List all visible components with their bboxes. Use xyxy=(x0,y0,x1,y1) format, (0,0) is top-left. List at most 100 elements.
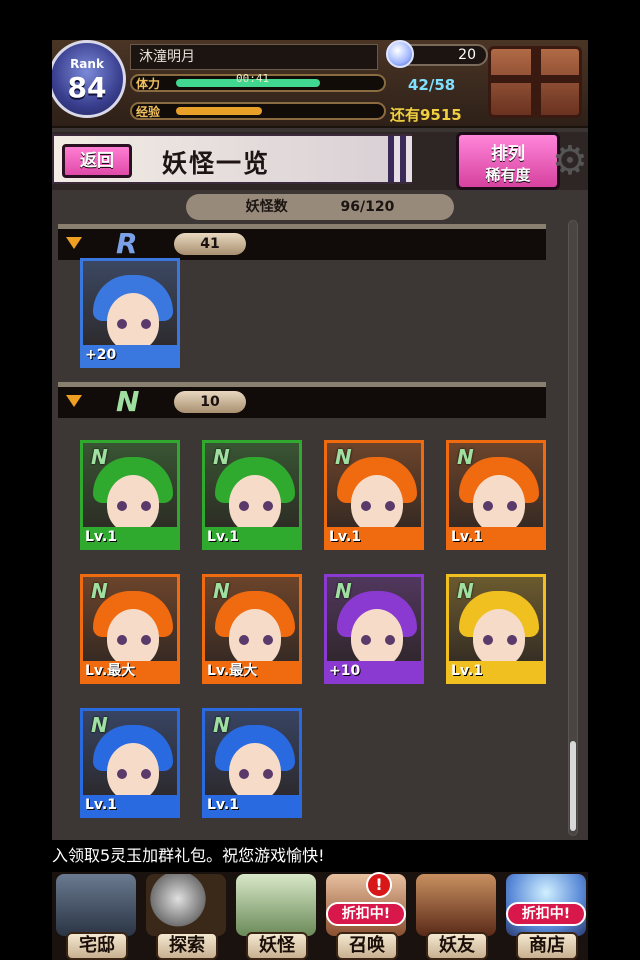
yokai-card[interactable]: N Lv.1 xyxy=(80,708,180,818)
portrait-eye xyxy=(141,319,151,329)
card-level: Lv.1 xyxy=(83,795,177,815)
collapse-arrow-icon xyxy=(66,395,82,407)
game-screen: Rank 84 沐潼明月 体力 00:41 42/58 经验 还有9515 20… xyxy=(52,40,588,960)
portrait-eye xyxy=(117,319,127,329)
sort-button[interactable]: 排列 稀有度 xyxy=(456,132,560,190)
nav-label-house: 宅邸 xyxy=(66,932,128,960)
yokai-card[interactable]: N +10 xyxy=(324,574,424,684)
status-bar: Rank 84 沐潼明月 体力 00:41 42/58 经验 还有9515 20 xyxy=(52,40,588,128)
sort-value: 稀有度 xyxy=(485,166,531,184)
portrait-eye xyxy=(141,501,151,511)
rarity-badge-icon: N xyxy=(457,445,474,469)
stamina-timer: 00:41 xyxy=(236,72,270,85)
portrait-face xyxy=(229,609,281,667)
yokai-card[interactable]: N Lv.1 xyxy=(324,440,424,550)
yokai-card[interactable]: N Lv.1 xyxy=(446,574,546,684)
portrait-eye xyxy=(263,769,273,779)
card-level: Lv.1 xyxy=(327,527,421,547)
exp-label: 经验 xyxy=(136,105,161,119)
card-level: +10 xyxy=(327,661,421,681)
nav-item-house[interactable]: 宅邸 xyxy=(52,874,142,960)
portrait-face xyxy=(473,475,525,533)
title-banner: 返回 妖怪一览 xyxy=(52,134,412,184)
portrait-eye xyxy=(507,635,517,645)
portrait-face xyxy=(473,609,525,667)
rarity-badge-icon: N xyxy=(91,579,108,603)
portrait-face xyxy=(351,475,403,533)
scroll-icon xyxy=(236,874,316,936)
player-name: 沐潼明月 xyxy=(130,44,378,70)
portrait-eye xyxy=(117,769,127,779)
yokai-card[interactable]: N Lv.1 xyxy=(202,440,302,550)
portrait-eye xyxy=(483,635,493,645)
house-icon xyxy=(56,874,136,936)
stamina-value: 42/58 xyxy=(408,76,456,94)
yokai-card[interactable]: N Lv.最大 xyxy=(80,574,180,684)
portrait-eye xyxy=(239,501,249,511)
sort-label: 排列 xyxy=(491,144,525,164)
gear-icon: ⚙ xyxy=(552,138,588,184)
rarity-badge-icon: N xyxy=(91,445,108,469)
rarity-badge-icon: N xyxy=(213,445,230,469)
yokai-card[interactable]: N Lv.最大 xyxy=(202,574,302,684)
card-level: Lv.1 xyxy=(205,527,299,547)
yokai-count-label: 妖怪数 xyxy=(245,199,288,215)
portrait-eye xyxy=(141,635,151,645)
nav-item-summon[interactable]: 折扣中! ! 召唤 xyxy=(322,872,412,960)
magnifier-icon xyxy=(146,874,226,936)
yokai-card[interactable]: N Lv.1 xyxy=(446,440,546,550)
nav-item-explore[interactable]: 探索 xyxy=(142,874,232,960)
exp-fill xyxy=(176,107,262,115)
yokai-card[interactable]: N Lv.1 xyxy=(80,440,180,550)
section-r-count: 41 xyxy=(174,233,246,255)
alert-badge: ! xyxy=(366,872,392,898)
rarity-r-icon: R xyxy=(116,227,138,260)
portrait-eye xyxy=(117,501,127,511)
section-n-count: 10 xyxy=(174,391,246,413)
portrait-face xyxy=(107,743,159,801)
card-level: Lv.1 xyxy=(449,661,543,681)
nav-item-yokai[interactable]: 妖怪 xyxy=(232,874,322,960)
portrait-eye xyxy=(141,769,151,779)
portrait-eye xyxy=(117,635,127,645)
portrait-eye xyxy=(507,501,517,511)
nav-label-shop: 商店 xyxy=(516,932,578,960)
sale-badge: 折扣中! xyxy=(326,902,406,926)
yokai-card[interactable]: +20 xyxy=(80,258,180,368)
card-level: Lv.1 xyxy=(205,795,299,815)
nav-item-friends[interactable]: 妖友 xyxy=(412,874,502,960)
portrait-eye xyxy=(385,635,395,645)
stamina-label: 体力 xyxy=(136,77,161,91)
yokai-card[interactable]: N Lv.1 xyxy=(202,708,302,818)
nav-label-explore: 探索 xyxy=(156,932,218,960)
list-scrollbar[interactable] xyxy=(568,220,578,836)
portrait-eye xyxy=(361,501,371,511)
sale-badge: 折扣中! xyxy=(506,902,586,926)
nav-item-shop[interactable]: 折扣中! 商店 xyxy=(502,874,588,960)
portrait-eye xyxy=(239,635,249,645)
yokai-count: 妖怪数 96/120 xyxy=(186,194,454,220)
portrait-face xyxy=(229,475,281,533)
rarity-badge-icon: N xyxy=(335,445,352,469)
rarity-badge-icon: N xyxy=(335,579,352,603)
rarity-badge-icon: N xyxy=(91,713,108,737)
scrollbar-thumb[interactable] xyxy=(570,741,576,831)
friend-icon xyxy=(416,874,496,936)
portrait-face xyxy=(107,475,159,533)
card-level: +20 xyxy=(83,345,177,365)
portrait-face xyxy=(351,609,403,667)
yokai-list[interactable]: 妖怪数 96/120 R 41 +20 N 10 N Lv.1 N Lv.1 N Lv.1… xyxy=(52,190,588,840)
portrait-eye xyxy=(385,501,395,511)
portrait-face xyxy=(107,609,159,667)
back-button[interactable]: 返回 xyxy=(62,144,132,178)
rarity-badge-icon: N xyxy=(213,579,230,603)
portrait-eye xyxy=(263,635,273,645)
nav-label-friends: 妖友 xyxy=(426,932,488,960)
section-header-n[interactable]: N 10 xyxy=(58,382,546,418)
rarity-badge-icon: N xyxy=(457,579,474,603)
section-header-r[interactable]: R 41 xyxy=(58,224,546,260)
rarity-n-icon: N xyxy=(116,385,140,418)
bottom-nav: 宅邸 探索 妖怪 折扣中! ! 召唤 妖友 折扣中! 商店 xyxy=(52,872,588,960)
treasure-chest-icon[interactable] xyxy=(488,46,582,118)
nav-label-yokai: 妖怪 xyxy=(246,932,308,960)
